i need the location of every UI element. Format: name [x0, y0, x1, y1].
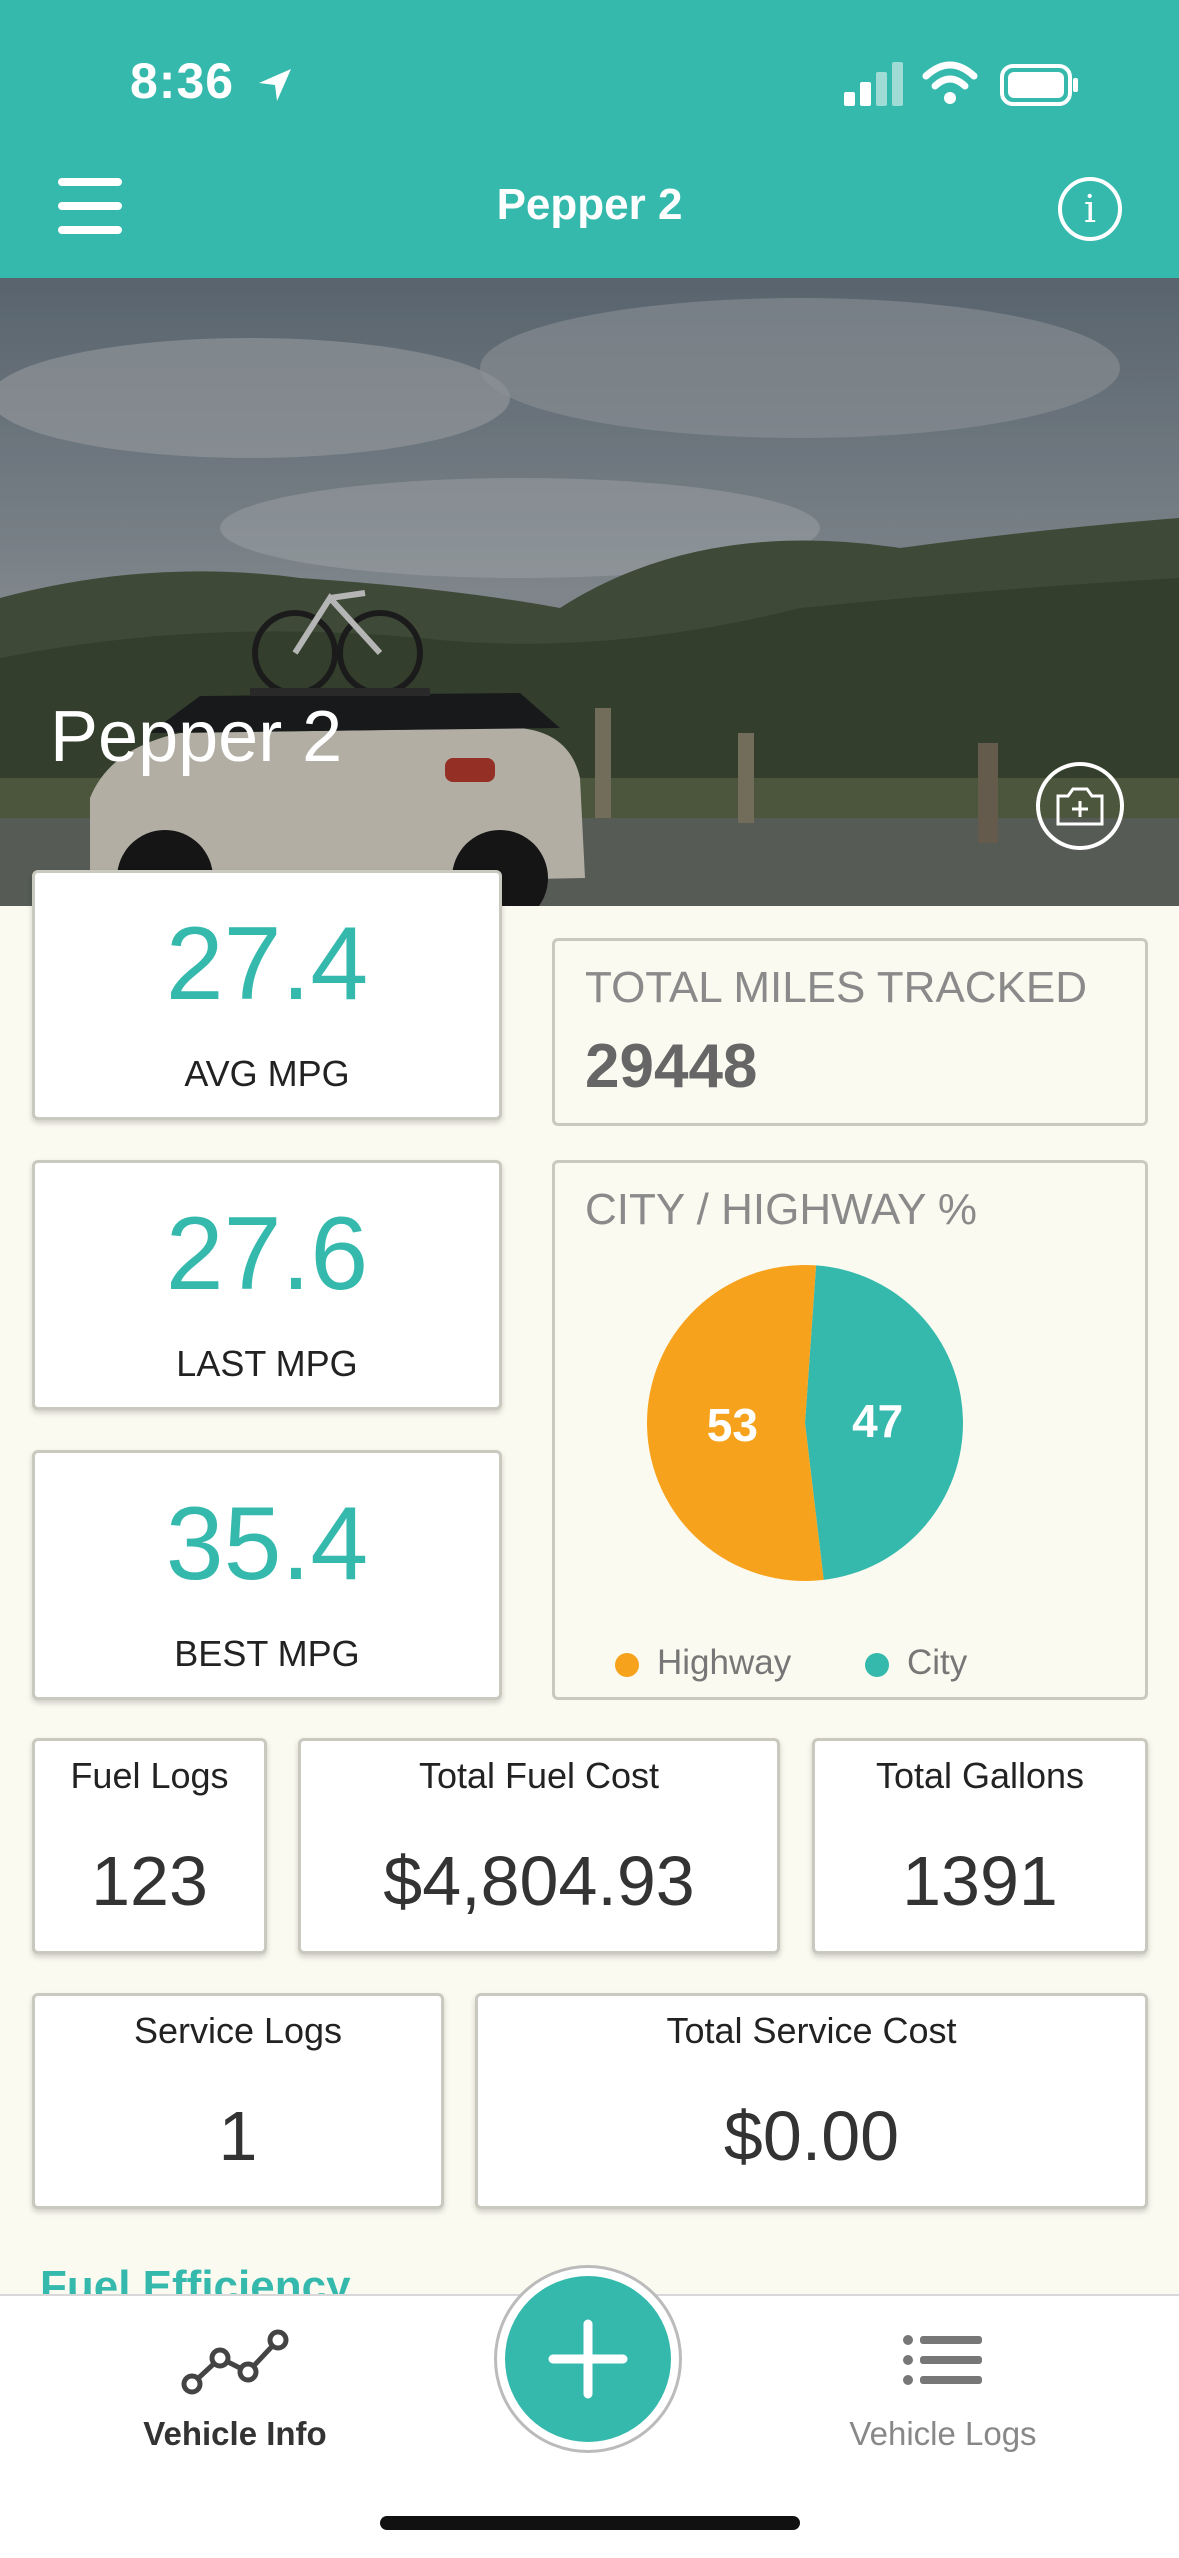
total-miles-value: 29448: [585, 1032, 758, 1101]
best-mpg-value: 35.4: [165, 1486, 369, 1602]
city-highway-title: CITY / HIGHWAY %: [585, 1185, 977, 1234]
total-service-cost-card: Total Service Cost $0.00: [475, 1993, 1148, 2209]
total-fuel-cost-card: Total Fuel Cost $4,804.93: [298, 1738, 780, 1954]
status-time: 8:36: [130, 52, 295, 110]
best-mpg-label: BEST MPG: [174, 1633, 360, 1674]
total-miles-panel: TOTAL MILES TRACKED 29448: [552, 938, 1148, 1126]
city-highway-pie-chart: 47 53: [646, 1265, 963, 1581]
page-title: Pepper 2: [496, 180, 683, 229]
camera-add-icon[interactable]: [1036, 762, 1124, 850]
add-log-button[interactable]: [494, 2265, 682, 2453]
avg-mpg-value: 27.4: [165, 906, 369, 1022]
total-fuel-cost-value: $4,804.93: [383, 1842, 695, 1920]
last-mpg-card: 27.6 LAST MPG: [32, 1160, 502, 1410]
total-gallons-value: 1391: [902, 1842, 1058, 1920]
service-logs-label: Service Logs: [133, 2010, 343, 2051]
tab-vehicle-logs[interactable]: Vehicle Logs: [793, 2326, 1093, 2453]
tab-vehicle-info[interactable]: Vehicle Info: [85, 2326, 385, 2453]
avg-mpg-label: AVG MPG: [184, 1053, 350, 1094]
legend-highway: Highway: [615, 1643, 791, 1683]
service-logs-card: Service Logs 1: [32, 1993, 444, 2209]
landscape-photo-illustration: [0, 278, 1179, 906]
fuel-logs-label: Fuel Logs: [70, 1755, 229, 1796]
tab-vehicle-logs-label: Vehicle Logs: [849, 2415, 1037, 2452]
legend-city-label: City: [907, 1643, 968, 1682]
best-mpg-card: 35.4 BEST MPG: [32, 1450, 502, 1700]
last-mpg-label: LAST MPG: [176, 1343, 358, 1384]
legend-highway-swatch: [615, 1652, 639, 1677]
plus-icon: [548, 2319, 628, 2399]
last-mpg-value: 27.6: [165, 1196, 369, 1312]
location-arrow-icon: [258, 68, 291, 101]
legend-city: City: [865, 1643, 967, 1683]
add-button-fill: [505, 2276, 671, 2442]
city-highway-panel: CITY / HIGHWAY % 47 53 Highway City: [552, 1160, 1148, 1700]
total-miles-title: TOTAL MILES TRACKED: [585, 963, 1088, 1012]
vehicle-name-overlay: Pepper 2: [50, 697, 343, 777]
total-gallons-label: Total Gallons: [875, 1755, 1085, 1796]
pie-label-highway: 53: [707, 1399, 758, 1451]
total-service-cost-value: $0.00: [723, 2097, 900, 2175]
cellular-signal-icon: [844, 62, 903, 106]
info-icon[interactable]: i: [1058, 177, 1122, 241]
total-service-cost-label: Total Service Cost: [666, 2010, 957, 2051]
fuel-logs-card: Fuel Logs 123: [32, 1738, 267, 1954]
home-indicator: [380, 2516, 800, 2530]
service-logs-value: 1: [218, 2097, 258, 2175]
status-time-text: 8:36: [130, 53, 235, 109]
battery-icon: [1000, 64, 1078, 106]
legend-highway-label: Highway: [657, 1643, 792, 1682]
total-fuel-cost-label: Total Fuel Cost: [418, 1755, 660, 1796]
line-graph-icon: [181, 2329, 289, 2395]
tab-vehicle-info-label: Vehicle Info: [143, 2415, 327, 2452]
total-gallons-card: Total Gallons 1391: [812, 1738, 1148, 1954]
avg-mpg-card: 27.4 AVG MPG: [32, 870, 502, 1120]
pie-label-city: 47: [852, 1395, 903, 1447]
legend-city-swatch: [865, 1652, 889, 1677]
list-icon: [903, 2335, 982, 2385]
vehicle-photo: Pepper 2: [0, 278, 1179, 906]
wifi-icon: [922, 61, 978, 104]
fuel-logs-value: 123: [91, 1842, 208, 1920]
app-header: 8:36 Pepper 2 i: [0, 0, 1179, 278]
